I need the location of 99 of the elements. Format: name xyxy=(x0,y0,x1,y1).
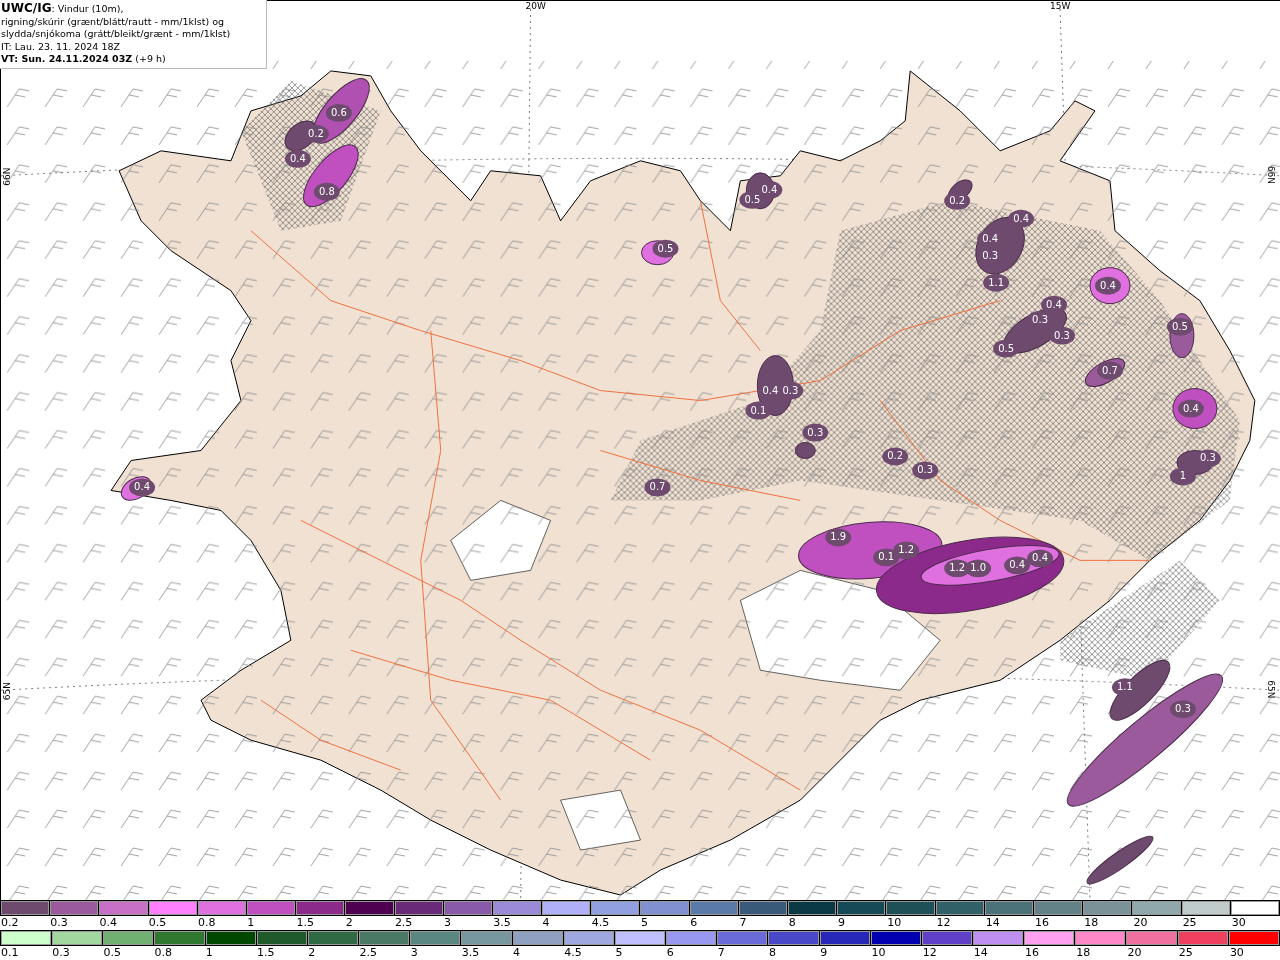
precipitation-value: 0.2 xyxy=(949,194,966,206)
precipitation-value: 0.4 xyxy=(982,232,999,244)
precipitation-value: 0.4 xyxy=(1013,212,1029,224)
scale-label: 8 xyxy=(768,946,778,960)
precipitation-value: 1.1 xyxy=(988,276,1005,288)
precipitation-value: 0.8 xyxy=(318,185,335,197)
precipitation-value: 0.3 xyxy=(982,249,999,261)
scale-label: 4 xyxy=(541,916,551,930)
precipitation-value: 0.4 xyxy=(134,481,150,493)
scale-label: 16 xyxy=(1033,916,1050,930)
scale-label: 6 xyxy=(665,946,675,960)
longitude-label: 20W xyxy=(525,1,546,11)
scale-label: 0.2 xyxy=(0,916,20,930)
scale-label: 3 xyxy=(443,916,453,930)
precipitation-value: 0.5 xyxy=(744,193,761,205)
scale-label: 0.5 xyxy=(147,916,168,930)
scale-label: 2 xyxy=(307,946,317,960)
precipitation-value: 0.1 xyxy=(878,551,895,563)
latitude-label: 66N xyxy=(2,167,13,186)
scale-label: 4 xyxy=(512,946,522,960)
precipitation-value: 0.7 xyxy=(649,481,666,493)
scale-label: 0.8 xyxy=(196,916,217,930)
precipitation-value: 0.4 xyxy=(1032,552,1048,564)
scale-label: 20 xyxy=(1126,946,1143,960)
precipitation-value: 0.3 xyxy=(782,384,799,396)
precipitation-value: 0.3 xyxy=(1032,313,1048,325)
scale-label: 2.5 xyxy=(358,946,378,960)
scale-label: 9 xyxy=(819,946,829,960)
scale-label: 30 xyxy=(1230,916,1247,930)
precipitation-value: 0.3 xyxy=(1199,452,1216,464)
precipitation-value: 1.9 xyxy=(830,531,847,543)
precipitation-value: 0.5 xyxy=(998,342,1014,354)
scale-label: 2.5 xyxy=(393,916,414,930)
scale-label: 5 xyxy=(614,946,624,960)
scale-label: 3.5 xyxy=(460,946,481,960)
precipitation-value: 0.4 xyxy=(762,384,779,396)
issue-time: IT: Lau. 23. 11. 2024 18Z xyxy=(1,40,121,53)
product-description: UWC/IG: Vindur (10m), rigning/skúrir (grænt/blátt/rautt - mm/1klst) og slydda/snjókoma (grátt/bleikt/grænt - mm/1klst) xyxy=(1,2,232,41)
precipitation-value: 0.5 xyxy=(1171,320,1188,332)
precipitation-value: 0.1 xyxy=(750,404,767,416)
scale-label: 10 xyxy=(870,946,887,960)
scale-label: 12 xyxy=(921,946,938,960)
precipitation-value: 1 xyxy=(1179,470,1187,482)
precipitation-value: 0.4 xyxy=(761,183,778,195)
latitude-label: 66N xyxy=(1265,165,1276,184)
precipitation-value: 0.4 xyxy=(289,152,306,164)
precipitation-value: 0.4 xyxy=(1046,298,1062,310)
scale-label: 16 xyxy=(1024,946,1041,960)
scale-label: 1.5 xyxy=(256,946,276,960)
scale-label: 14 xyxy=(972,946,989,960)
scale-label: 4.5 xyxy=(563,946,583,960)
scale-label: 0.5 xyxy=(102,946,122,960)
scale-label: 25 xyxy=(1177,946,1194,960)
scale-label: 5 xyxy=(640,916,650,930)
precipitation-value: 0.3 xyxy=(807,426,824,438)
scale-label: 2 xyxy=(344,916,354,930)
scale-label: 4.5 xyxy=(590,916,611,930)
scale-label: 3.5 xyxy=(492,916,512,930)
latitude-label: 65N xyxy=(1265,680,1276,699)
scale-label: 8 xyxy=(787,916,797,930)
precipitation-value: 0.4 xyxy=(1182,402,1199,414)
scale-label: 0.3 xyxy=(49,916,69,930)
scale-label: 7 xyxy=(738,916,748,930)
precipitation-value: 0.3 xyxy=(1054,329,1070,341)
scale-label: 0.3 xyxy=(51,946,71,960)
scale-label: 1.5 xyxy=(295,916,315,930)
precipitation-value: 0.3 xyxy=(1174,703,1191,715)
scale-label: 1 xyxy=(204,946,214,960)
scale-label: 6 xyxy=(689,916,699,930)
precipitation-value: 0.5 xyxy=(657,242,674,254)
scale-label: 20 xyxy=(1132,916,1149,930)
scale-label: 14 xyxy=(984,916,1001,930)
scale-label: 18 xyxy=(1083,916,1100,930)
scale-label: 7 xyxy=(716,946,726,960)
longitude-label: 15W xyxy=(1050,1,1071,11)
precipitation-value: 1.2 xyxy=(949,562,966,574)
precipitation-value: 0.4 xyxy=(1100,279,1116,291)
scale-label: 0.1 xyxy=(0,946,20,960)
precipitation-value: 0.2 xyxy=(887,450,904,462)
precipitation-value: 0.4 xyxy=(1009,559,1025,571)
scale-label: 25 xyxy=(1181,916,1198,930)
scale-label: 10 xyxy=(886,916,903,930)
scale-label: 30 xyxy=(1228,946,1245,960)
precipitation-value: 1.1 xyxy=(1117,681,1133,693)
scale-label: 12 xyxy=(935,916,952,930)
precipitation-value: 0.7 xyxy=(1102,364,1118,376)
precipitation-value: 0.2 xyxy=(307,127,324,139)
precipitation-value: 0.3 xyxy=(917,464,934,476)
latitude-label: 65N xyxy=(2,682,13,701)
scale-label: 18 xyxy=(1075,946,1092,960)
scale-label: 0.8 xyxy=(153,946,174,960)
scale-label: 0.4 xyxy=(98,916,118,930)
precipitation-value: 1.2 xyxy=(898,544,915,556)
scale-label: 1 xyxy=(246,916,256,930)
scale-label: 3 xyxy=(409,946,419,960)
precipitation-value: 1.0 xyxy=(970,562,987,574)
valid-time: VT: Sun. 24.11.2024 03Z (+9 h) xyxy=(1,53,167,66)
scale-label: 9 xyxy=(837,916,846,930)
precipitation-value: 0.6 xyxy=(330,106,347,118)
